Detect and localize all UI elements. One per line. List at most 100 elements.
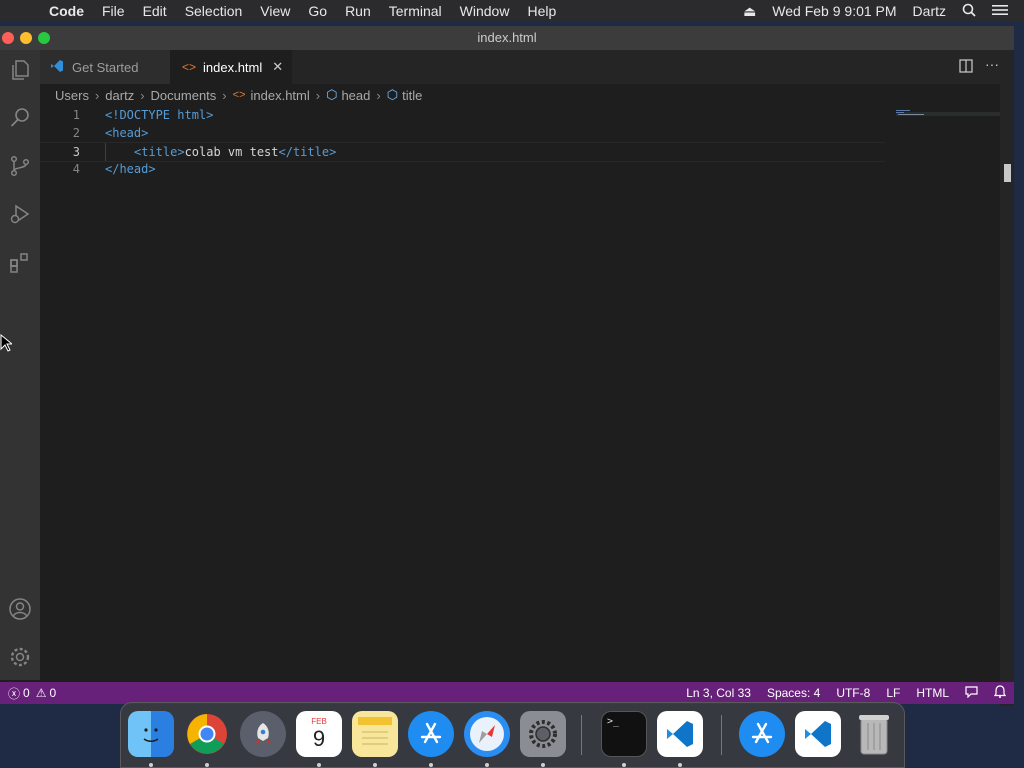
cursor-position[interactable]: Ln 3, Col 33 — [678, 686, 759, 700]
notifications-bell-icon[interactable] — [986, 685, 1014, 701]
encoding[interactable]: UTF-8 — [828, 686, 878, 700]
line-number: 2 — [72, 126, 80, 140]
html-file-icon: <> — [232, 89, 246, 101]
running-indicator — [485, 763, 489, 767]
indent-guide — [105, 143, 106, 161]
vscode-icon[interactable] — [657, 711, 703, 757]
menu-view[interactable]: View — [251, 3, 299, 19]
warning-count: 0 — [49, 686, 57, 700]
menu-go[interactable]: Go — [299, 3, 336, 19]
breadcrumb-head[interactable]: head — [341, 88, 370, 103]
spotlight-search-icon[interactable] — [954, 3, 984, 20]
launchpad-icon[interactable] — [240, 711, 286, 757]
problems-status[interactable]: ⓧ 0 ⚠ 0 — [0, 685, 64, 702]
menu-terminal[interactable]: Terminal — [380, 3, 451, 19]
app-store-installer-icon[interactable] — [739, 711, 785, 757]
vscode-logo-icon — [50, 59, 64, 76]
element-symbol-icon: ⬡ — [326, 87, 338, 102]
minimap-line — [898, 114, 924, 115]
running-indicator — [429, 763, 433, 767]
running-indicator — [622, 763, 626, 767]
safari-icon[interactable] — [464, 711, 510, 757]
menu-file[interactable]: File — [93, 3, 134, 19]
manage-gear-icon[interactable] — [4, 641, 36, 673]
close-window-button[interactable] — [2, 32, 14, 44]
run-debug-icon[interactable] — [4, 198, 36, 230]
tab-label: index.html — [203, 59, 263, 75]
code-line[interactable]: 2 <head> — [40, 124, 885, 142]
close-tab-icon[interactable]: ✕ — [272, 59, 283, 75]
menu-help[interactable]: Help — [518, 3, 565, 19]
chevron-right-icon: › — [376, 87, 381, 103]
source-control-icon[interactable] — [4, 150, 36, 182]
minimap-line — [896, 112, 904, 113]
chevron-right-icon: › — [140, 87, 145, 103]
calendar-day: 9 — [312, 726, 326, 751]
menu-app-name[interactable]: Code — [40, 3, 93, 19]
notes-icon[interactable] — [352, 711, 398, 757]
scrollbar-cursor-marker — [1004, 164, 1011, 182]
running-indicator — [373, 763, 377, 767]
window-titlebar: index.html — [0, 26, 1014, 50]
code-text: <head> — [105, 126, 149, 140]
menu-edit[interactable]: Edit — [134, 3, 176, 19]
vertical-scrollbar[interactable] — [1000, 52, 1014, 706]
menu-run[interactable]: Run — [336, 3, 380, 19]
breadcrumb-documents[interactable]: Documents — [151, 88, 217, 103]
search-icon[interactable] — [4, 102, 36, 134]
extensions-icon[interactable] — [4, 246, 36, 278]
accounts-icon[interactable] — [4, 593, 36, 625]
breadcrumb-dartz[interactable]: dartz — [105, 88, 134, 103]
code-line[interactable]: 4 </head> — [40, 160, 885, 178]
minimize-window-button[interactable] — [20, 32, 32, 44]
line-number: 3 — [72, 145, 80, 159]
trash-icon[interactable] — [851, 711, 897, 757]
code-text: <title>colab vm test</title> — [134, 145, 337, 159]
minimap[interactable] — [892, 106, 1000, 680]
indentation[interactable]: Spaces: 4 — [759, 686, 828, 700]
terminal-prompt-icon: >_ — [607, 716, 620, 727]
chevron-right-icon: › — [315, 87, 321, 103]
feedback-icon[interactable] — [957, 685, 986, 701]
end-of-line[interactable]: LF — [878, 686, 908, 700]
status-bar: ⓧ 0 ⚠ 0 Ln 3, Col 33 Spaces: 4 UTF-8 LF … — [0, 682, 1014, 704]
control-center-icon[interactable] — [984, 3, 1016, 19]
tab-label: Get Started — [72, 59, 139, 75]
code-line[interactable]: 1 <!DOCTYPE html> — [40, 106, 885, 124]
more-actions-icon[interactable]: ··· — [985, 56, 999, 72]
html-file-icon: <> — [182, 60, 197, 74]
terminal-icon[interactable]: >_ — [601, 711, 647, 757]
system-preferences-icon[interactable] — [520, 711, 566, 757]
dock-separator — [721, 715, 722, 755]
split-editor-icon[interactable] — [959, 59, 973, 78]
menu-selection[interactable]: Selection — [176, 3, 252, 19]
zoom-window-button[interactable] — [38, 32, 50, 44]
running-indicator — [541, 763, 545, 767]
menubar-datetime[interactable]: Wed Feb 9 9:01 PM — [764, 3, 904, 19]
language-mode[interactable]: HTML — [908, 686, 957, 700]
app-store-icon[interactable] — [408, 711, 454, 757]
breadcrumb-file[interactable]: index.html — [251, 88, 310, 103]
calendar-icon[interactable]: FEB 9 — [296, 711, 342, 757]
code-editor[interactable]: 1 <!DOCTYPE html> 2 <head> 3 <title>cola… — [40, 106, 1000, 680]
breadcrumb-title[interactable]: title — [402, 88, 422, 103]
code-text: </head> — [105, 162, 156, 176]
minimap-line — [896, 110, 910, 111]
explorer-icon[interactable] — [4, 54, 36, 86]
macos-dock: FEB 9 >_ — [120, 702, 905, 768]
eject-icon[interactable]: ⏏ — [735, 3, 764, 20]
running-indicator — [205, 763, 209, 767]
breadcrumb-users[interactable]: Users — [55, 88, 89, 103]
vscode-icon-2[interactable] — [795, 711, 841, 757]
tab-get-started[interactable]: Get Started — [40, 50, 170, 84]
running-indicator — [149, 763, 153, 767]
tab-index-html[interactable]: <> index.html ✕ — [170, 50, 292, 84]
finder-icon[interactable] — [128, 711, 174, 757]
menubar-user[interactable]: Dartz — [905, 3, 954, 19]
chrome-icon[interactable] — [184, 711, 230, 757]
code-line-current[interactable]: 3 <title>colab vm test</title> — [40, 142, 885, 162]
warning-icon: ⚠ — [35, 686, 47, 700]
activity-bar — [0, 50, 40, 680]
menu-window[interactable]: Window — [451, 3, 519, 19]
window-title: index.html — [477, 30, 537, 45]
